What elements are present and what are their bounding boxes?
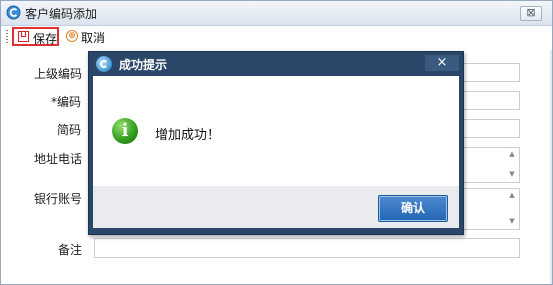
dialog-footer: 确认: [93, 186, 459, 228]
code-label: *编码: [51, 95, 82, 109]
title-bar[interactable]: 客户编码添加 ⊠: [1, 1, 552, 26]
app-logo-icon: [96, 56, 112, 72]
dialog-body: i 增加成功！: [93, 76, 459, 186]
bank-account-label: 银行账号: [34, 192, 83, 206]
scroll-up-icon[interactable]: ▲: [505, 150, 519, 158]
scroll-down-icon[interactable]: ▼: [505, 170, 519, 178]
short-code-label: 简码: [57, 123, 82, 137]
address-phone-label: 地址电话: [34, 152, 83, 166]
cancel-label: 取消: [81, 31, 106, 45]
cancel-button[interactable]: ⊗ 取消: [65, 28, 111, 46]
parent-code-label: 上级编码: [34, 67, 83, 81]
info-icon: i: [112, 118, 138, 144]
window-close-button[interactable]: ⊠: [520, 6, 542, 21]
remark-input[interactable]: [94, 238, 520, 258]
success-dialog: 成功提示 × i 增加成功！ 确认: [88, 51, 464, 235]
confirm-button[interactable]: 确认: [378, 195, 448, 222]
save-label: 保存: [33, 32, 58, 46]
dialog-message: 增加成功！: [155, 128, 221, 143]
save-icon: [18, 31, 29, 42]
window-scrollbar[interactable]: [550, 50, 552, 284]
toolbar: 保存 ⊗ 取消: [1, 26, 552, 49]
dialog-title: 成功提示: [119, 58, 168, 72]
app-logo-icon: [6, 5, 21, 20]
save-button[interactable]: 保存: [12, 27, 59, 46]
dialog-header[interactable]: 成功提示 ×: [89, 52, 463, 76]
cancel-icon: ⊗: [66, 30, 78, 42]
info-icon-letter: i: [121, 120, 129, 141]
window-title: 客户编码添加: [25, 7, 98, 21]
dialog-close-button[interactable]: ×: [425, 55, 459, 71]
scroll-up-icon[interactable]: ▲: [505, 191, 519, 199]
toolbar-grip-icon: [6, 30, 8, 45]
scroll-down-icon[interactable]: ▼: [505, 217, 519, 225]
remark-label: 备注: [58, 243, 83, 257]
